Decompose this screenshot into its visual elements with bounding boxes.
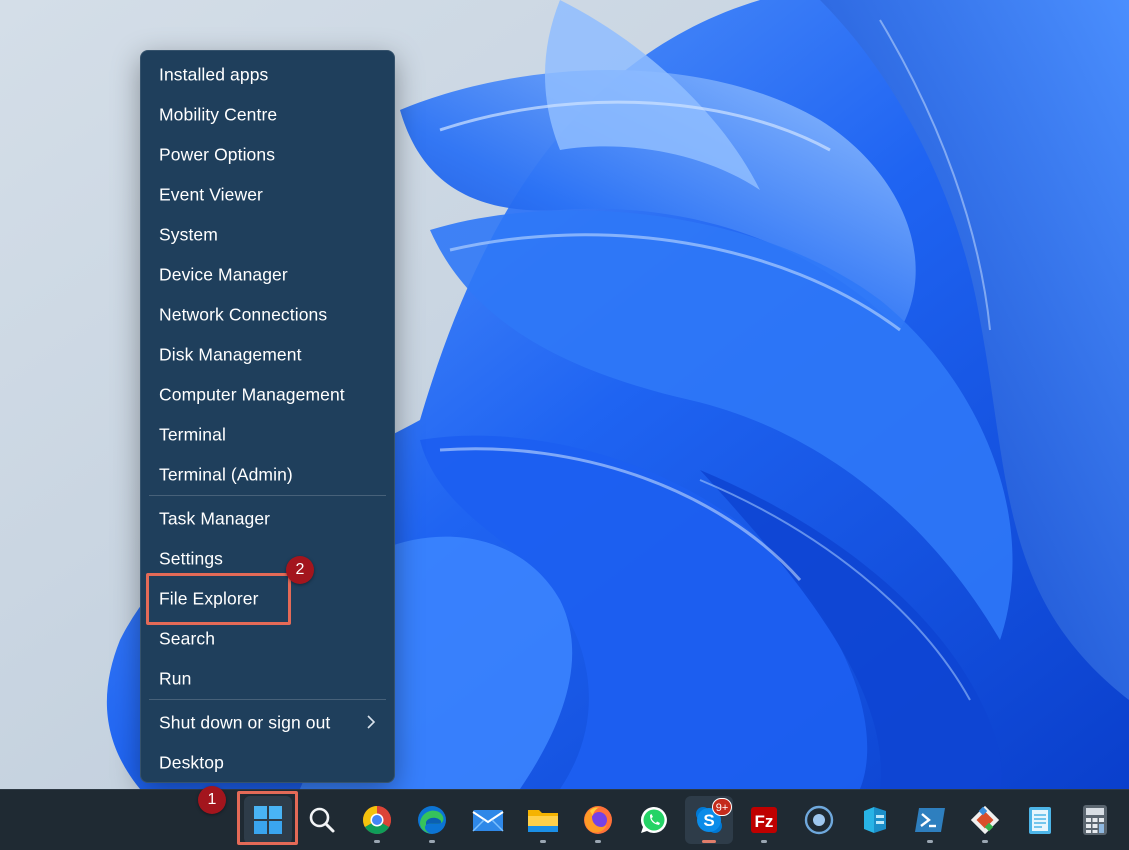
chevron-right-icon <box>367 715 376 729</box>
cortana-icon <box>804 805 834 835</box>
menu-item-run[interactable]: Run <box>141 659 394 699</box>
menu-item-label: Event Viewer <box>159 184 263 205</box>
menu-item-power-options[interactable]: Power Options <box>141 135 394 175</box>
taskbar-azure-data-studio-button[interactable] <box>851 796 899 844</box>
menu-item-task-manager[interactable]: Task Manager <box>141 499 394 539</box>
taskbar-git-button[interactable] <box>961 796 1009 844</box>
menu-item-label: Shut down or sign out <box>159 712 331 733</box>
menu-separator <box>149 699 386 700</box>
running-indicator <box>374 840 380 843</box>
menu-item-label: Terminal (Admin) <box>159 464 293 485</box>
taskbar-calculator-button[interactable] <box>1071 796 1119 844</box>
taskbar: S 9+ Fz <box>0 789 1129 850</box>
filezilla-icon: Fz <box>751 807 777 833</box>
taskbar-chrome-button[interactable] <box>353 796 401 844</box>
taskbar-notepad-button[interactable] <box>1016 796 1064 844</box>
taskbar-cortana-button[interactable] <box>795 796 843 844</box>
menu-item-label: Computer Management <box>159 384 345 405</box>
menu-item-label: Installed apps <box>159 64 269 85</box>
menu-item-computer-management[interactable]: Computer Management <box>141 375 394 415</box>
menu-item-label: Desktop <box>159 752 224 773</box>
running-indicator <box>927 840 933 843</box>
menu-item-label: Device Manager <box>159 264 288 285</box>
menu-item-label: Disk Management <box>159 344 302 365</box>
highlight-file-explorer <box>146 573 291 625</box>
running-indicator <box>982 840 988 843</box>
menu-item-desktop[interactable]: Desktop <box>141 743 394 783</box>
menu-item-event-viewer[interactable]: Event Viewer <box>141 175 394 215</box>
menu-item-label: Terminal <box>159 424 226 445</box>
menu-item-label: Power Options <box>159 144 276 165</box>
menu-item-disk-management[interactable]: Disk Management <box>141 335 394 375</box>
whatsapp-icon <box>640 806 667 833</box>
taskbar-edge-button[interactable] <box>408 796 456 844</box>
taskbar-search-button[interactable] <box>298 796 346 844</box>
menu-item-label: Mobility Centre <box>159 104 278 125</box>
running-indicator <box>429 840 435 843</box>
file-explorer-icon <box>528 810 558 832</box>
chrome-icon <box>363 806 391 834</box>
git-icon <box>970 805 1000 835</box>
calculator-icon <box>1083 805 1107 835</box>
skype-notification-badge: 9+ <box>712 798 732 816</box>
firefox-icon <box>584 806 612 834</box>
running-indicator <box>761 840 767 843</box>
running-indicator <box>702 840 716 843</box>
azure-data-studio-icon <box>864 807 886 833</box>
winx-context-menu: Installed apps Mobility Centre Power Opt… <box>140 50 395 783</box>
taskbar-mail-button[interactable] <box>464 796 512 844</box>
menu-item-terminal-admin[interactable]: Terminal (Admin) <box>141 455 394 495</box>
powershell-icon <box>915 808 945 832</box>
menu-item-label: Search <box>159 628 216 649</box>
highlight-start-button <box>237 791 298 845</box>
svg-text:S: S <box>703 811 714 830</box>
taskbar-filezilla-button[interactable]: Fz <box>740 796 788 844</box>
search-icon <box>309 807 335 833</box>
menu-item-network-connections[interactable]: Network Connections <box>141 295 394 335</box>
menu-item-label: Settings <box>159 548 224 569</box>
step-2-badge: 2 <box>286 556 314 584</box>
menu-item-terminal[interactable]: Terminal <box>141 415 394 455</box>
menu-item-label: System <box>159 224 218 245</box>
menu-item-label: Network Connections <box>159 304 328 325</box>
menu-item-device-manager[interactable]: Device Manager <box>141 255 394 295</box>
menu-item-shut-down-or-sign-out[interactable]: Shut down or sign out <box>141 703 394 743</box>
mail-icon <box>472 810 504 832</box>
running-indicator <box>540 840 546 843</box>
menu-item-system[interactable]: System <box>141 215 394 255</box>
edge-icon <box>418 806 446 834</box>
taskbar-whatsapp-button[interactable] <box>630 796 678 844</box>
menu-item-installed-apps[interactable]: Installed apps <box>141 55 394 95</box>
notepad-icon <box>1029 807 1051 834</box>
taskbar-powershell-button[interactable] <box>906 796 954 844</box>
menu-item-label: Task Manager <box>159 508 271 529</box>
menu-item-search[interactable]: Search <box>141 619 394 659</box>
menu-item-label: Run <box>159 668 192 689</box>
menu-separator <box>149 495 386 496</box>
running-indicator <box>595 840 601 843</box>
step-1-badge: 1 <box>198 786 226 814</box>
svg-text:Fz: Fz <box>755 812 774 831</box>
menu-item-mobility-centre[interactable]: Mobility Centre <box>141 95 394 135</box>
taskbar-skype-button[interactable]: S 9+ <box>685 796 733 844</box>
taskbar-file-explorer-button[interactable] <box>519 796 567 844</box>
taskbar-firefox-button[interactable] <box>574 796 622 844</box>
